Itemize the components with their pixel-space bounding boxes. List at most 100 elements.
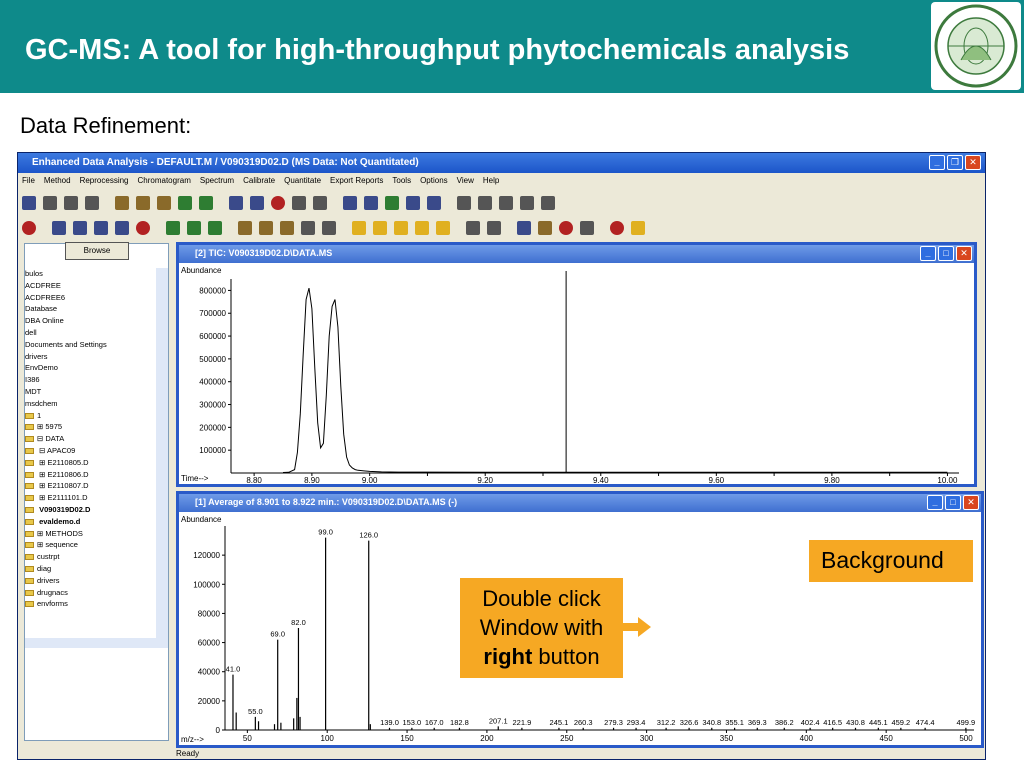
file-tree-item[interactable]: EnvDemo bbox=[25, 362, 157, 374]
menu-item[interactable]: Spectrum bbox=[200, 176, 234, 189]
browse-button[interactable]: Browse bbox=[65, 242, 129, 260]
file-tree-item[interactable]: ⊞ E2110807.D bbox=[25, 480, 157, 492]
tool-icon[interactable] bbox=[320, 219, 338, 237]
tool-icon[interactable] bbox=[434, 219, 452, 237]
menu-item[interactable]: Reprocessing bbox=[80, 176, 129, 189]
file-tree-item[interactable]: bulos bbox=[25, 268, 157, 280]
minimize-icon[interactable]: _ bbox=[929, 155, 945, 170]
file-tree-item[interactable]: ⊟ APAC09 bbox=[25, 445, 157, 457]
file-tree-item[interactable]: Database bbox=[25, 303, 157, 315]
tool-icon[interactable] bbox=[206, 219, 224, 237]
tool-icon[interactable] bbox=[497, 194, 515, 212]
tool-icon[interactable] bbox=[476, 194, 494, 212]
file-tree-item[interactable]: ACDFREE bbox=[25, 280, 157, 292]
tool-icon[interactable] bbox=[578, 219, 596, 237]
file-tree-item[interactable]: V090319D02.D bbox=[25, 504, 157, 516]
tool-icon[interactable] bbox=[371, 219, 389, 237]
file-tree-item[interactable]: dell bbox=[25, 327, 157, 339]
file-tree-item[interactable]: evaldemo.d bbox=[25, 516, 157, 528]
file-tree-item[interactable]: 1 bbox=[25, 410, 157, 422]
file-tree-item[interactable]: MDT bbox=[25, 386, 157, 398]
file-tree-item[interactable]: ACDFREE6 bbox=[25, 292, 157, 304]
tool-icon[interactable] bbox=[227, 194, 245, 212]
tool-icon[interactable] bbox=[536, 219, 554, 237]
file-tree-item[interactable]: ⊞ E2110806.D bbox=[25, 469, 157, 481]
tool-icon[interactable] bbox=[185, 219, 203, 237]
file-tree-item[interactable]: drivers bbox=[25, 351, 157, 363]
tool-icon[interactable] bbox=[485, 219, 503, 237]
file-tree-item[interactable]: msdchem bbox=[25, 398, 157, 410]
file-tree-item[interactable]: ⊞ 5975 bbox=[25, 421, 157, 433]
menu-item[interactable]: Options bbox=[420, 176, 448, 189]
tool-icon[interactable] bbox=[392, 219, 410, 237]
file-tree-item[interactable]: drivers bbox=[25, 575, 157, 587]
tool-icon[interactable] bbox=[341, 194, 359, 212]
tool-icon[interactable] bbox=[518, 194, 536, 212]
tool-icon[interactable] bbox=[362, 194, 380, 212]
file-tree-item[interactable]: ⊟ DATA bbox=[25, 433, 157, 445]
file-tree-item[interactable]: diag bbox=[25, 563, 157, 575]
tool-icon[interactable] bbox=[176, 194, 194, 212]
tool-icon[interactable] bbox=[269, 194, 287, 212]
file-tree-item[interactable]: DBA Online bbox=[25, 315, 157, 327]
close-icon[interactable]: ✕ bbox=[965, 155, 981, 170]
menu-item[interactable]: Chromatogram bbox=[138, 176, 191, 189]
tool-icon[interactable] bbox=[278, 219, 296, 237]
file-tree-item[interactable]: envforms bbox=[25, 598, 157, 610]
printer-icon[interactable] bbox=[83, 194, 101, 212]
tool-icon[interactable] bbox=[404, 194, 422, 212]
tool-icon[interactable] bbox=[62, 194, 80, 212]
horizontal-scrollbar[interactable] bbox=[25, 638, 168, 648]
tool-icon[interactable] bbox=[113, 219, 131, 237]
file-tree-item[interactable]: ⊞ E2110805.D bbox=[25, 457, 157, 469]
tool-icon[interactable] bbox=[134, 194, 152, 212]
help-icon[interactable] bbox=[629, 219, 647, 237]
tool-icon[interactable] bbox=[464, 219, 482, 237]
tool-icon[interactable] bbox=[311, 194, 329, 212]
tool-icon[interactable] bbox=[557, 219, 575, 237]
maximize-icon[interactable]: □ bbox=[945, 495, 961, 510]
tool-icon[interactable] bbox=[413, 219, 431, 237]
tool-icon[interactable] bbox=[539, 194, 557, 212]
tool-icon[interactable] bbox=[164, 219, 182, 237]
file-tree-item[interactable]: Documents and Settings bbox=[25, 339, 157, 351]
tic-chart-window[interactable]: [2] TIC: V090319D02.D\DATA.MS _ □ ✕ Abun… bbox=[176, 242, 977, 487]
minimize-icon[interactable]: _ bbox=[920, 246, 936, 261]
tool-icon[interactable] bbox=[455, 194, 473, 212]
tool-icon[interactable] bbox=[248, 194, 266, 212]
tic-chart[interactable]: Abundance Time--> 100000 200000 300000 400000… bbox=[179, 263, 974, 484]
tool-icon[interactable] bbox=[155, 194, 173, 212]
tool-icon[interactable] bbox=[299, 219, 317, 237]
menu-item[interactable]: Help bbox=[483, 176, 499, 189]
tool-icon[interactable] bbox=[41, 194, 59, 212]
menu-item[interactable]: Export Reports bbox=[330, 176, 383, 189]
tool-icon[interactable] bbox=[383, 194, 401, 212]
menu-item[interactable]: Method bbox=[44, 176, 71, 189]
restore-icon[interactable]: ❐ bbox=[947, 155, 963, 170]
tool-icon[interactable] bbox=[515, 219, 533, 237]
close-icon[interactable]: ✕ bbox=[956, 246, 972, 261]
file-tree-item[interactable]: ⊞ METHODS bbox=[25, 528, 157, 540]
tool-icon[interactable] bbox=[197, 194, 215, 212]
tool-icon[interactable] bbox=[71, 219, 89, 237]
file-tree-item[interactable]: custrpt bbox=[25, 551, 157, 563]
maximize-icon[interactable]: □ bbox=[938, 246, 954, 261]
menu-item[interactable]: File bbox=[22, 176, 35, 189]
menu-item[interactable]: View bbox=[457, 176, 474, 189]
tool-icon[interactable] bbox=[20, 194, 38, 212]
tool-icon[interactable] bbox=[134, 219, 152, 237]
file-tree-item[interactable]: ⊞ E2111101.D bbox=[25, 492, 157, 504]
tool-icon[interactable] bbox=[290, 194, 308, 212]
tool-icon[interactable] bbox=[50, 219, 68, 237]
menu-item[interactable]: Calibrate bbox=[243, 176, 275, 189]
tool-icon[interactable] bbox=[113, 194, 131, 212]
file-tree-item[interactable]: I386 bbox=[25, 374, 157, 386]
tool-icon[interactable] bbox=[236, 219, 254, 237]
close-icon[interactable]: ✕ bbox=[963, 495, 979, 510]
file-tree-item[interactable]: drugnacs bbox=[25, 587, 157, 599]
vertical-scrollbar[interactable] bbox=[156, 268, 168, 638]
stop-icon[interactable] bbox=[608, 219, 626, 237]
tool-icon[interactable] bbox=[92, 219, 110, 237]
target-icon[interactable] bbox=[20, 219, 38, 237]
tool-icon[interactable] bbox=[425, 194, 443, 212]
